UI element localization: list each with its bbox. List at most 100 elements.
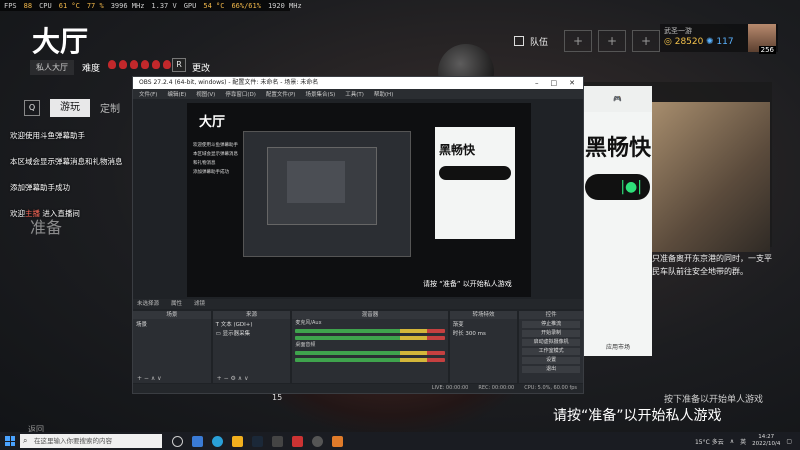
volume-slider[interactable] (295, 336, 445, 340)
edge-icon[interactable] (212, 435, 223, 447)
key-r-icon[interactable]: R (172, 58, 186, 72)
preview-chat-line: 添加弹幕助手成功 (193, 170, 229, 175)
dock-toolbar[interactable]: + − ∧ ∨ (133, 375, 211, 383)
scene-item[interactable]: 场景 (136, 321, 208, 330)
private-room-badge: 私人大厅 (30, 60, 74, 75)
difficulty-label: 难度 (82, 64, 101, 74)
date: 2022/10/4 (752, 441, 781, 447)
performance-overlay: FPS 88 CPU 61 °C 77 % 3996 MHz 1.37 V GP… (0, 0, 302, 11)
tab-play[interactable]: 游玩 (50, 99, 90, 117)
window-controls: – □ ✕ (535, 77, 583, 89)
input-language[interactable]: 英 (740, 437, 746, 446)
obs-icon[interactable] (312, 435, 323, 447)
app-icon[interactable] (272, 435, 283, 447)
duration-field[interactable]: 时长 300 ms (453, 330, 515, 339)
player-level: 256 (758, 46, 776, 54)
obs-preview[interactable]: 大厅 欢迎使用斗鱼弹幕助手 本区域会显示弹幕消息和礼物消息 添加弹幕助手成功 黑… (187, 103, 531, 297)
menu-item-tools[interactable]: 工具(T) (345, 90, 364, 98)
mixer-track-label: 麦克风/Aux (295, 320, 322, 326)
skull-icon (130, 60, 138, 69)
transition-select[interactable]: 渐变 (453, 321, 515, 330)
ad-header: 🎮 (583, 86, 652, 112)
douyu-icon[interactable] (292, 435, 303, 447)
preview-prompt: 请按 “准备” 以开始私人游戏 (423, 280, 512, 288)
menu-item-file[interactable]: 文件(F) (139, 90, 157, 98)
volume-slider[interactable] (295, 358, 445, 362)
dock-title: 转场特效 (449, 311, 518, 319)
source-label: 文本 (GDI+) (220, 322, 253, 328)
key-q-icon[interactable]: Q (24, 100, 40, 116)
mission-description: 只准备离开东京港的同时，一支平民车队前往安全地带的群。 (652, 254, 772, 276)
ready-prompt: 请按“准备”以开始私人游戏 (553, 408, 722, 424)
notification-icon[interactable]: ▢ (786, 438, 792, 445)
taskbar-search[interactable]: 在这里输入你要搜索的内容 (20, 434, 162, 448)
widgets-icon[interactable] (192, 435, 203, 447)
ad-footer[interactable]: 应用市场 (583, 336, 653, 356)
minimize-icon[interactable]: – (535, 77, 539, 89)
skull-icon (152, 60, 160, 69)
gem-value: 117 (716, 37, 734, 47)
filters-button[interactable]: 滤镜 (194, 299, 205, 309)
close-icon[interactable]: ✕ (569, 77, 575, 89)
explorer-icon[interactable] (232, 435, 243, 447)
skull-icon (119, 60, 127, 69)
avatar[interactable]: 256 (748, 24, 776, 54)
team-slot-button[interactable]: + (564, 30, 593, 52)
controls-dock: 控件 停止推流 开始录制 启动虚拟摄像机 工作室模式 设置 退出 (519, 311, 584, 383)
no-source-label: 未选择源 (137, 301, 160, 307)
virtual-camera-button[interactable]: 启动虚拟摄像机 (522, 339, 581, 346)
dock-title: 来源 (212, 311, 291, 319)
ad-cta-button[interactable]: |●| (585, 174, 650, 200)
ad-popup[interactable]: 🎮 黑畅快 |●| 应用市场 (582, 86, 652, 356)
windows-icon (5, 436, 15, 446)
transitions-dock: 转场特效 渐变 时长 300 ms (449, 311, 518, 383)
studio-mode-button[interactable]: 工作室模式 (522, 348, 581, 355)
settings-button[interactable]: 设置 (522, 357, 581, 364)
obs-titlebar[interactable]: OBS 27.2.4 (64-bit, windows) - 配置文件: 未命名… (133, 77, 583, 89)
coin-value: 28520 (674, 37, 704, 47)
ad-headline: 黑畅快 (585, 136, 652, 161)
maximize-icon[interactable]: □ (551, 77, 558, 89)
menu-item-help[interactable]: 帮助(H) (374, 90, 393, 98)
gpu-temp: 54 °C (203, 2, 225, 10)
tray-chevron-icon[interactable]: ∧ (730, 438, 734, 445)
change-difficulty-button[interactable]: 更改 (192, 61, 210, 74)
obs-statusbar: LIVE: 00:00:00 REC: 00:00:00 CPU: 5.0%, … (133, 384, 583, 393)
menu-item-scene-collection[interactable]: 场景集合(S) (305, 90, 335, 98)
weather-widget[interactable]: 15°C 多云 (695, 437, 724, 446)
start-button[interactable] (0, 432, 20, 450)
source-item[interactable]: ▭ 显示器采集 (216, 330, 288, 339)
gpu-load: 66%/61% (231, 2, 261, 10)
menu-item-edit[interactable]: 编辑(E) (167, 90, 186, 98)
stop-streaming-button[interactable]: 停止推流 (522, 321, 581, 328)
obs-window[interactable]: OBS 27.2.4 (64-bit, windows) - 配置文件: 未命名… (132, 76, 584, 394)
game-icon[interactable] (332, 435, 343, 447)
live-timer: LIVE: 00:00:00 (431, 385, 469, 391)
mission-thumbnail (650, 102, 770, 252)
properties-button[interactable]: 属性 (171, 299, 182, 309)
dock-toolbar[interactable]: + − ⚙ ∧ ∨ (213, 375, 291, 383)
menu-item-view[interactable]: 视图(V) (196, 90, 215, 98)
steam-icon[interactable] (252, 435, 263, 447)
clock[interactable]: 14:27 2022/10/4 (752, 434, 780, 448)
gamepad-icon: 🎮 (613, 95, 622, 103)
app-store-label: 应用市场 (605, 343, 630, 351)
menu-item-docks[interactable]: 停靠窗口(D) (225, 90, 256, 98)
duration-label: 时长 (452, 331, 464, 337)
source-item[interactable]: T 文本 (GDI+) (216, 321, 288, 330)
time: 14:27 (758, 434, 775, 440)
ready-ghost-text: 准备 (30, 218, 63, 237)
gpu-clock: 1920 MHz (267, 2, 302, 10)
source-label: 显示器采集 (222, 331, 251, 337)
tab-custom[interactable]: 定制 (100, 100, 120, 115)
start-recording-button[interactable]: 开始录制 (522, 330, 581, 337)
player-card[interactable]: 武圣一游 ◎ 28520 ✺ 117 256 (660, 24, 778, 54)
cpu-load: 77 % (86, 2, 104, 10)
menu-item-profile[interactable]: 配置文件(P) (266, 90, 296, 98)
exit-button[interactable]: 退出 (522, 366, 581, 373)
mixer-dock: 混音器 麦克风/Aux 桌面音频 (292, 311, 448, 383)
team-slot-button[interactable]: + (598, 30, 627, 52)
task-view-icon[interactable] (172, 435, 183, 447)
page-title: 大厅 (32, 25, 89, 58)
team-slot-button[interactable]: + (632, 30, 661, 52)
